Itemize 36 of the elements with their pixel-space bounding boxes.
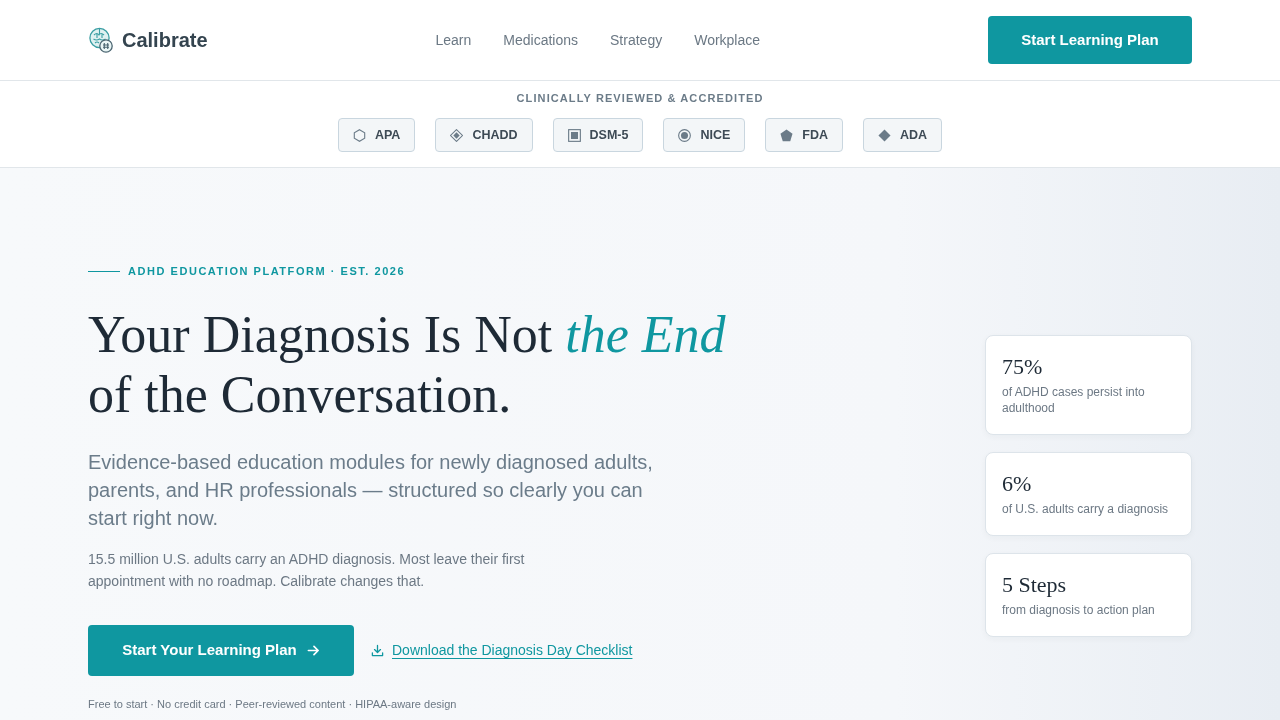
brain-icon [88, 27, 114, 53]
eyebrow-rule [88, 271, 120, 272]
download-checklist-link[interactable]: Download the Diagnosis Day Checklist [392, 640, 633, 661]
start-your-learning-plan-button[interactable]: Start Your Learning Plan [88, 625, 354, 676]
stat-value: 75% [1002, 352, 1044, 381]
stat-label: from diagnosis to action plan [1002, 601, 1156, 618]
pentagon-icon [780, 128, 794, 142]
download-icon [371, 644, 384, 657]
stat-value: 6% [1002, 469, 1033, 498]
brand-name[interactable]: Calibrate [122, 25, 208, 55]
accreditation-badge: APA [337, 118, 416, 152]
accreditation-badge: FDA [765, 118, 843, 152]
hexagon-icon [352, 128, 366, 142]
stat-label: of ADHD cases persist into adulthood [1002, 383, 1146, 416]
nav-link[interactable]: Strategy [610, 29, 663, 51]
hero-headline: Your Diagnosis Is Not the End of the Conversation. [88, 305, 727, 425]
arrow-right-icon [306, 644, 320, 657]
accreditation-badge: NICE [663, 118, 746, 152]
hero-body-text: 15.5 million U.S. adults carry an ADHD diagnosis. Most leave their first appointment with no roadmap. Calibrate changes that. [88, 550, 526, 591]
diamond-icon [450, 128, 464, 142]
nav-link[interactable]: Workplace [694, 29, 761, 51]
accreditation-badge: ADA [863, 118, 943, 152]
accreditation-badge: CHADD [435, 118, 533, 152]
nav-link[interactable]: Medications [503, 29, 579, 51]
hero-lead-text: Evidence-based education modules for newly diagnosed adults, parents, and HR professionals — structured so clearly you can start right now. [88, 450, 654, 531]
accreditation-badge: DSM-5 [552, 118, 644, 152]
stat-label: of U.S. adults carry a diagnosis [1002, 500, 1170, 517]
eyebrow-text: ADHD EDUCATION PLATFORM · EST. 2026 [128, 265, 406, 278]
hero-footnote: Free to start · No credit card · Peer-reviewed content · HIPAA-aware design [88, 697, 457, 711]
target-icon [678, 128, 692, 142]
start-learning-plan-button[interactable]: Start Learning Plan [988, 16, 1192, 64]
stat-value: 5 Steps [1002, 570, 1068, 599]
diamond-icon [878, 128, 891, 142]
accreditation-heading: CLINICALLY REVIEWED & ACCREDITED [516, 91, 764, 105]
nav-link[interactable]: Learn [435, 29, 472, 51]
square-icon [567, 128, 581, 142]
